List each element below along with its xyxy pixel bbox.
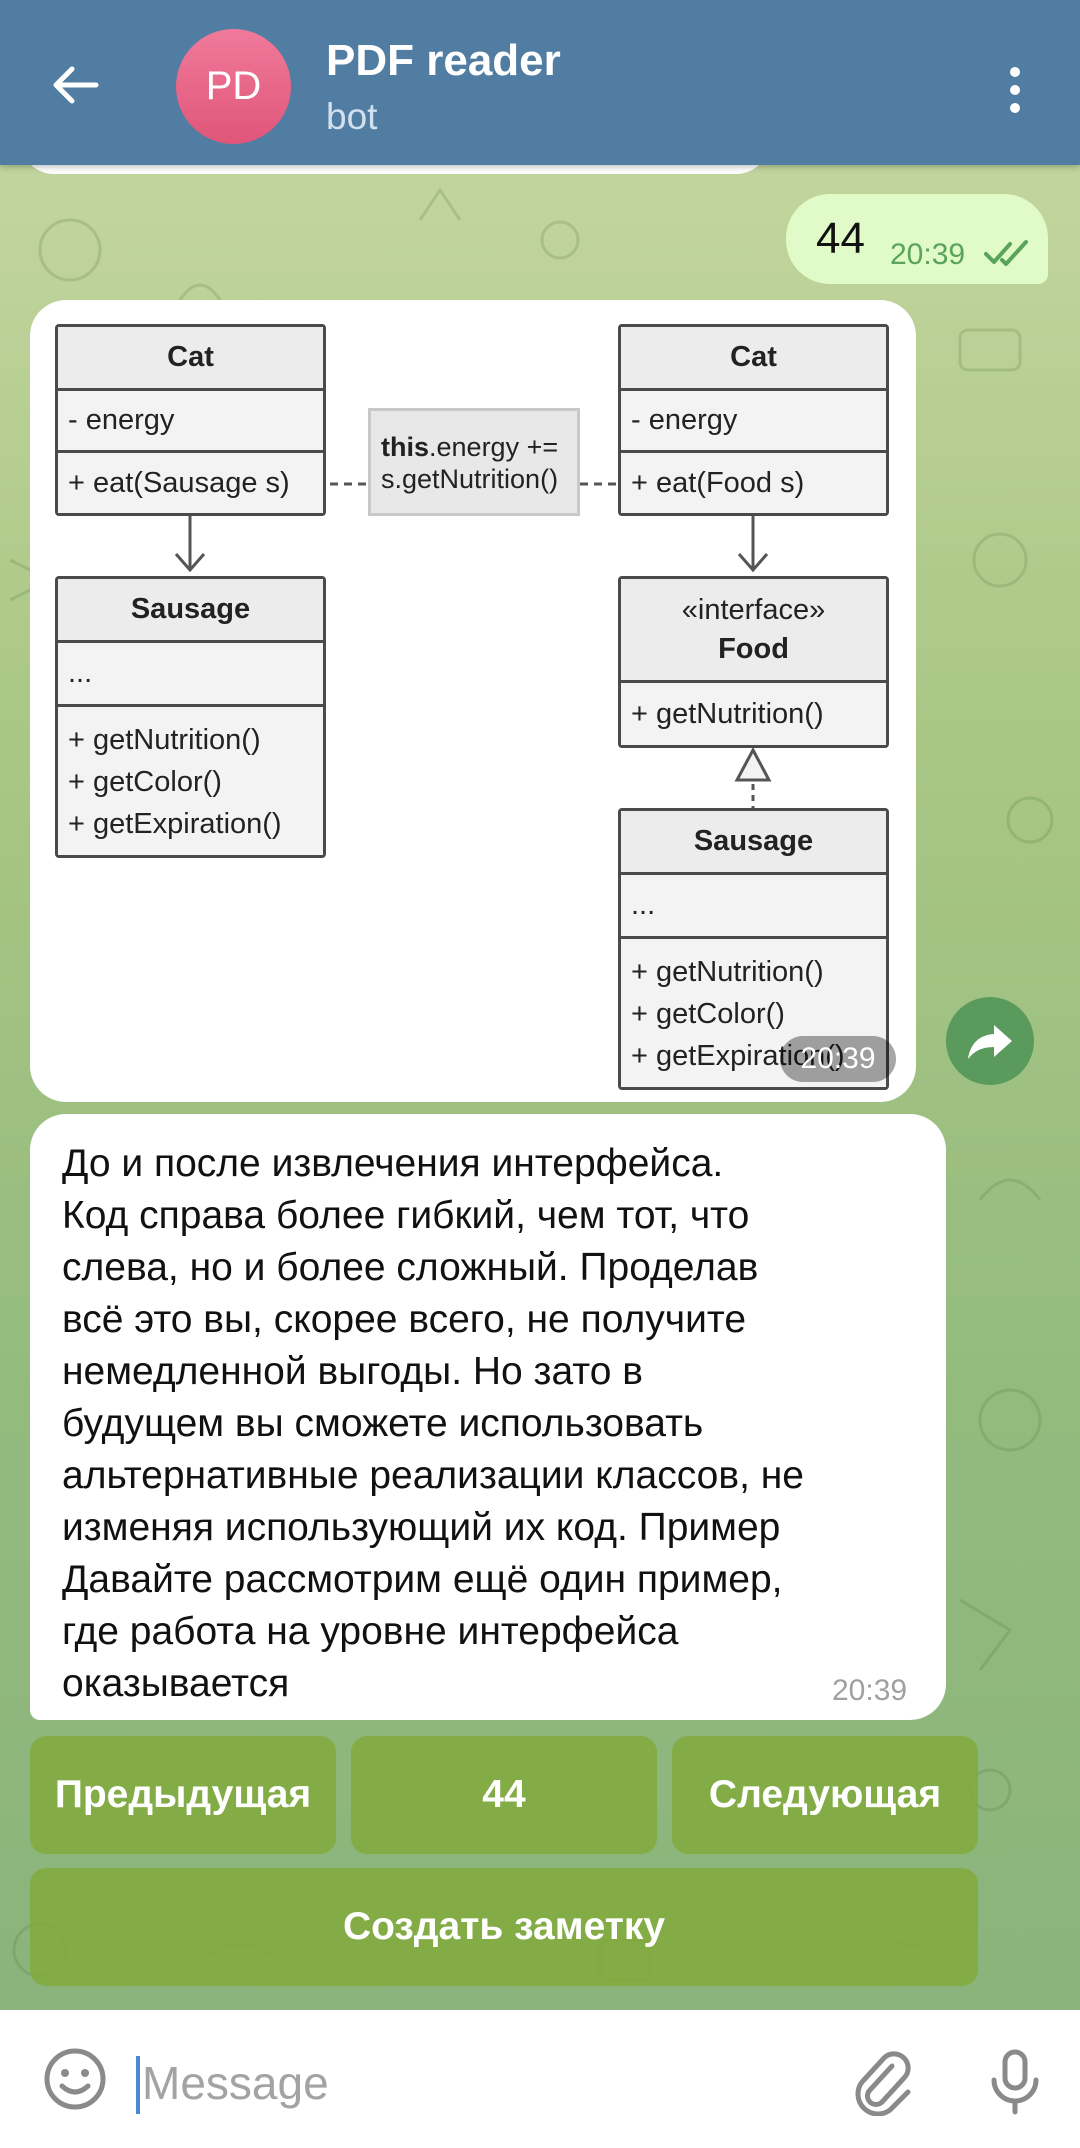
uml-method: + getExpiration() [68,808,282,840]
uml-field: - energy [621,391,886,453]
outgoing-message[interactable]: 44 20:39 [786,194,1048,284]
paperclip-icon [855,2051,911,2117]
message-line: Код справа более гибкий, чем тот, что [62,1194,750,1237]
uml-field: ... [621,875,886,939]
double-check-icon [984,240,1028,266]
uml-methods: + getNutrition() + getColor() + getExpir… [58,707,323,855]
previous-page-button[interactable]: Предыдущая [30,1736,336,1854]
more-options-button[interactable] [990,55,1040,125]
message-line: немедленной выгоды. Но зато в [62,1350,643,1393]
uml-class-name: Food [718,632,789,665]
text-cursor [136,2056,140,2114]
note-line-1: .energy += [429,432,559,462]
image-message[interactable]: Cat - energy + eat(Sausage s) Sausage ..… [30,300,916,1102]
note-keyword: this [381,432,430,462]
note-line-2: s.getNutrition() [381,464,559,494]
more-vertical-icon [1010,67,1020,77]
uml-note: this.energy += s.getNutrition() [368,408,580,516]
incoming-message-time: 20:39 [832,1674,908,1707]
current-page-button[interactable]: 44 [351,1736,657,1854]
message-line: будущем вы сможете использовать [62,1402,704,1445]
uml-interface-food: «interface» Food + getNutrition() [618,576,889,748]
uml-method: + getNutrition() [631,956,824,988]
message-input[interactable] [142,2050,822,2116]
message-line: До и после извлечения интерфейса. [62,1142,724,1185]
forward-icon [968,1025,1012,1059]
attach-button[interactable] [848,2046,918,2117]
avatar[interactable]: PD [176,29,291,144]
next-page-button[interactable]: Следующая [672,1736,978,1854]
image-message-time: 20:39 [780,1036,896,1082]
uml-class-sausage-left: Sausage ... + getNutrition() + getColor(… [55,576,326,858]
outgoing-message-time: 20:39 [890,238,966,271]
uml-method: + getNutrition() [68,724,261,756]
forward-button[interactable] [946,997,1034,1085]
microphone-icon [991,2049,1039,2115]
message-line: изменяя использующий их код. Пример [62,1506,781,1549]
uml-interface-header: «interface» Food [621,579,886,683]
uml-field: ... [58,643,323,707]
message-line: всё это вы, скорее всего, не получите [62,1298,747,1341]
uml-class-name: Cat [58,327,323,391]
uml-class-cat-right: Cat - energy + eat(Food s) [618,324,889,516]
message-line: оказывается [62,1662,290,1705]
message-line: где работа на уровне интерфейса [62,1610,679,1653]
uml-class-name: Sausage [58,579,323,643]
uml-class-name: Cat [621,327,886,391]
create-note-button[interactable]: Создать заметку [30,1868,978,1986]
chat-title[interactable]: PDF reader [326,36,561,86]
message-line: альтернативные реализации классов, не [62,1454,804,1497]
emoji-button[interactable] [40,2044,110,2114]
arrow-left-icon [53,66,99,104]
uml-method: + getColor() [631,998,785,1030]
outgoing-message-text: 44 [816,214,865,263]
uml-method: + eat(Food s) [621,453,886,513]
uml-class-name: Sausage [621,811,886,875]
message-input-bar [0,2010,1080,2148]
message-line: слева, но и более сложный. Проделав [62,1246,759,1289]
incoming-message[interactable]: До и после извлечения интерфейса. Код сп… [30,1114,946,1720]
uml-stereotype: «interface» [681,593,826,626]
back-button[interactable] [40,50,110,120]
uml-class-cat-left: Cat - energy + eat(Sausage s) [55,324,326,516]
uml-method: + eat(Sausage s) [58,453,323,513]
uml-method: + getNutrition() [621,683,886,745]
uml-field: - energy [58,391,323,453]
chat-subtitle: bot [326,96,378,137]
uml-method: + getColor() [68,766,222,798]
emoji-icon [44,2048,106,2110]
incoming-message-text: До и после извлечения интерфейса. Код сп… [62,1138,932,1710]
microphone-button[interactable] [980,2046,1050,2116]
message-line: Давайте рассмотрим ещё один пример, [62,1558,783,1601]
chat-header: PD PDF reader bot [0,0,1080,165]
